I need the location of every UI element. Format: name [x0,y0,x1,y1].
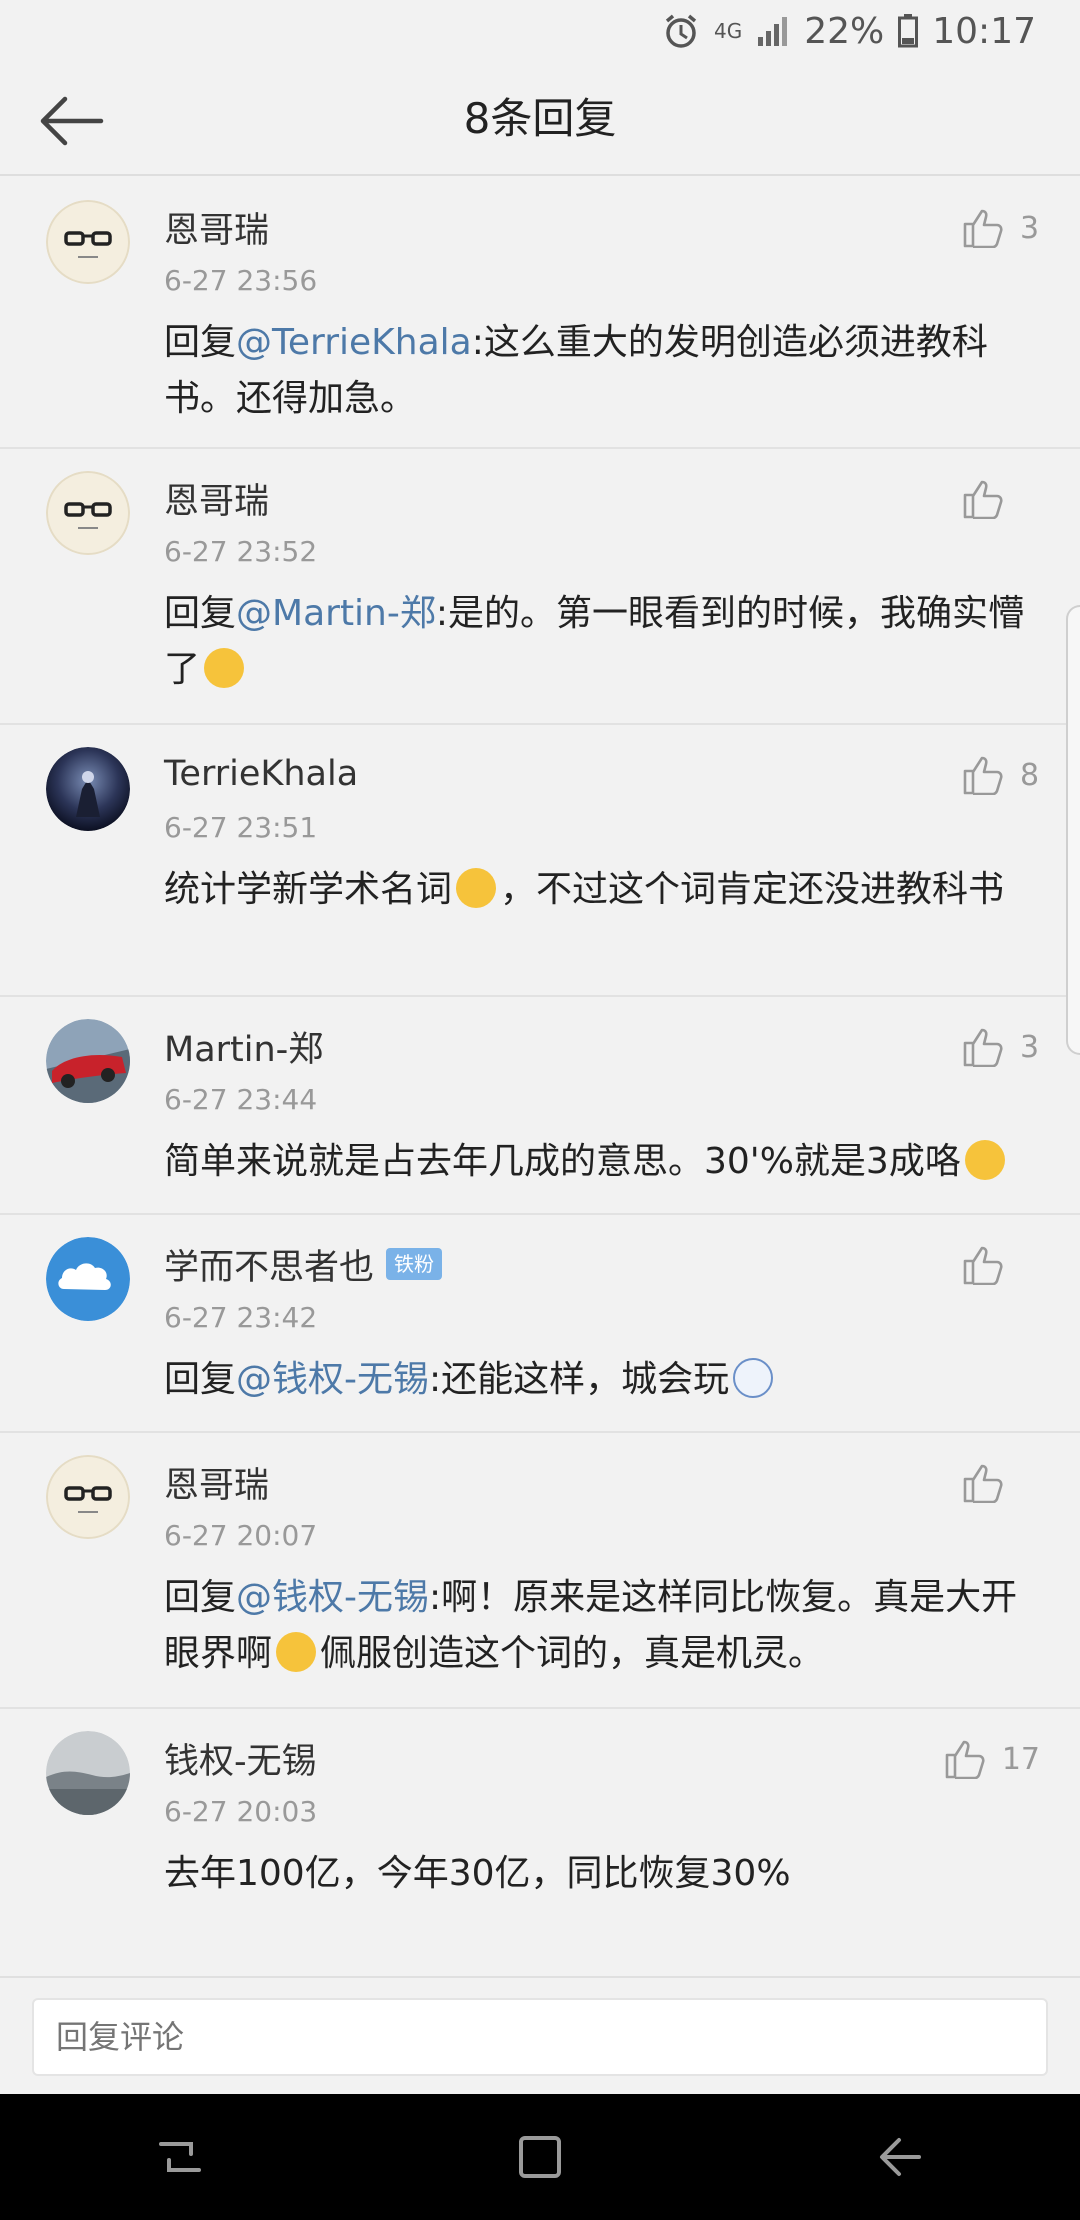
like-count: 17 [1001,1741,1040,1777]
comment-time: 6-27 20:03 [164,1795,318,1828]
back-icon [880,2138,921,2176]
avatar[interactable] [46,1455,130,1539]
comment-text: 回复@Martin-郑:是的。第一眼看到的时候，我确实懵了 [164,593,1025,690]
thumbs-up-icon [945,1740,985,1779]
reply-bar [0,1976,1080,2094]
back-button[interactable] [30,86,110,156]
comment-time: 6-27 20:07 [164,1519,318,1552]
like-button[interactable] [962,1245,1040,1285]
laugh-cry-emoji-icon [276,1632,317,1672]
thumbs-up-icon [963,209,1003,248]
comment-text: 统计学新学术名词 ，不过这个词肯定还没进教科书 [164,868,1005,910]
commenter-name[interactable]: 恩哥瑞 [164,1457,269,1508]
comment-time: 6-27 23:42 [164,1301,318,1334]
laugh-cry-emoji-icon [204,648,245,688]
like-button[interactable] [962,479,1040,519]
comment-text: 简单来说就是占去年几成的意思。30'%就是3成咯 [164,1134,1040,1190]
navigation-bar [0,2094,1080,2220]
mention-link[interactable]: @钱权-无锡 [236,1577,429,1618]
home-button[interactable] [480,2107,600,2207]
comment-list: 恩哥瑞 6-27 23:56 回复@TerrieKhala:这么重大的发明创造必… [0,178,1080,1939]
commenter-name[interactable]: 恩哥瑞 [164,202,269,253]
comment-time: 6-27 23:56 [164,264,318,297]
header: 8条回复 [0,62,1080,176]
page-title: 8条回复 [463,94,617,143]
like-button[interactable]: 3 [962,208,1040,248]
screen: 4G 22% 10:17 8条回复 恩哥瑞 6-27 23:56 回复@Terr… [0,0,1080,2220]
thumbs-up-icon [963,1028,1003,1067]
thumbs-up-icon [963,756,1003,795]
avatar[interactable] [46,471,130,555]
commenter-name[interactable]: 恩哥瑞 [164,473,269,524]
comment-item: 学而不思者也 铁粉 6-27 23:42 回复@钱权-无锡:还能这样，城会玩 [0,1215,1080,1433]
battery-percent: 22% [804,10,885,52]
comment-time: 6-27 23:51 [164,811,318,844]
commenter-name[interactable]: 学而不思者也 [164,1239,374,1290]
comment-item: 恩哥瑞 6-27 23:52 回复@Martin-郑:是的。第一眼看到的时候，我… [0,449,1080,725]
comment-text: 去年100亿，今年30亿，同比恢复30% [164,1853,791,1894]
comment-item: 钱权-无锡 6-27 20:03 去年100亿，今年30亿，同比恢复30% 17 [0,1709,1080,1939]
comment-text: 回复@钱权-无锡:啊！原来是这样同比恢复。真是大开眼界啊 佩服创造这个词的，真是机… [164,1577,1018,1674]
clock: 10:17 [932,10,1036,52]
husky-emoji-icon [733,1358,774,1398]
arrow-left-icon [40,96,104,146]
status-bar: 4G 22% 10:17 [0,0,1080,62]
comment-time: 6-27 23:44 [164,1083,318,1116]
tongue-emoji-icon [964,1140,1005,1180]
like-button[interactable] [962,1463,1040,1503]
like-count: 3 [1020,210,1040,246]
battery-icon [898,14,919,48]
reply-input[interactable] [32,1998,1048,2076]
avatar[interactable] [46,1019,130,1103]
like-button[interactable]: 3 [962,1027,1040,1067]
thumbs-up-icon [963,1246,1003,1285]
like-button[interactable]: 17 [944,1739,1040,1779]
comment-item: Martin-郑 6-27 23:44 简单来说就是占去年几成的意思。30'%就… [0,997,1080,1215]
thumbs-up-icon [963,1464,1003,1503]
smirk-emoji-icon [456,868,497,908]
avatar[interactable] [46,1237,130,1321]
comment-item: 恩哥瑞 6-27 23:56 回复@TerrieKhala:这么重大的发明创造必… [0,178,1080,449]
fan-badge: 铁粉 [386,1248,443,1280]
comment-item: TerrieKhala 6-27 23:51 统计学新学术名词 ，不过这个词肯定还… [0,725,1080,997]
avatar[interactable] [46,747,130,831]
like-count: 8 [1020,757,1040,793]
avatar[interactable] [46,1731,130,1815]
comment-item: 恩哥瑞 6-27 20:07 回复@钱权-无锡:啊！原来是这样同比恢复。真是大开… [0,1433,1080,1709]
comment-text: 回复@钱权-无锡:还能这样，城会玩 [164,1352,1040,1408]
commenter-name[interactable]: 钱权-无锡 [164,1733,317,1784]
nav-back-button[interactable] [840,2107,960,2207]
mention-link[interactable]: @钱权-无锡 [236,1359,429,1400]
alarm-icon [662,12,700,50]
edge-panel-handle[interactable] [1066,605,1080,1055]
network-4g-icon: 4G [714,19,743,43]
recents-icon [159,2142,201,2172]
mention-link[interactable]: @TerrieKhala [236,322,472,363]
like-button[interactable]: 8 [962,755,1040,795]
commenter-name[interactable]: TerrieKhala [164,754,358,794]
commenter-name[interactable]: Martin-郑 [164,1021,323,1072]
comment-text: 回复@TerrieKhala:这么重大的发明创造必须进教科书。还得加急。 [164,322,988,419]
avatar[interactable] [46,200,130,284]
signal-icon [756,15,790,47]
mention-link[interactable]: @Martin-郑 [236,593,436,634]
recents-button[interactable] [120,2107,240,2207]
like-count: 3 [1020,1029,1040,1065]
thumbs-up-icon [963,480,1003,519]
comment-time: 6-27 23:52 [164,535,318,568]
home-icon [519,2136,561,2178]
